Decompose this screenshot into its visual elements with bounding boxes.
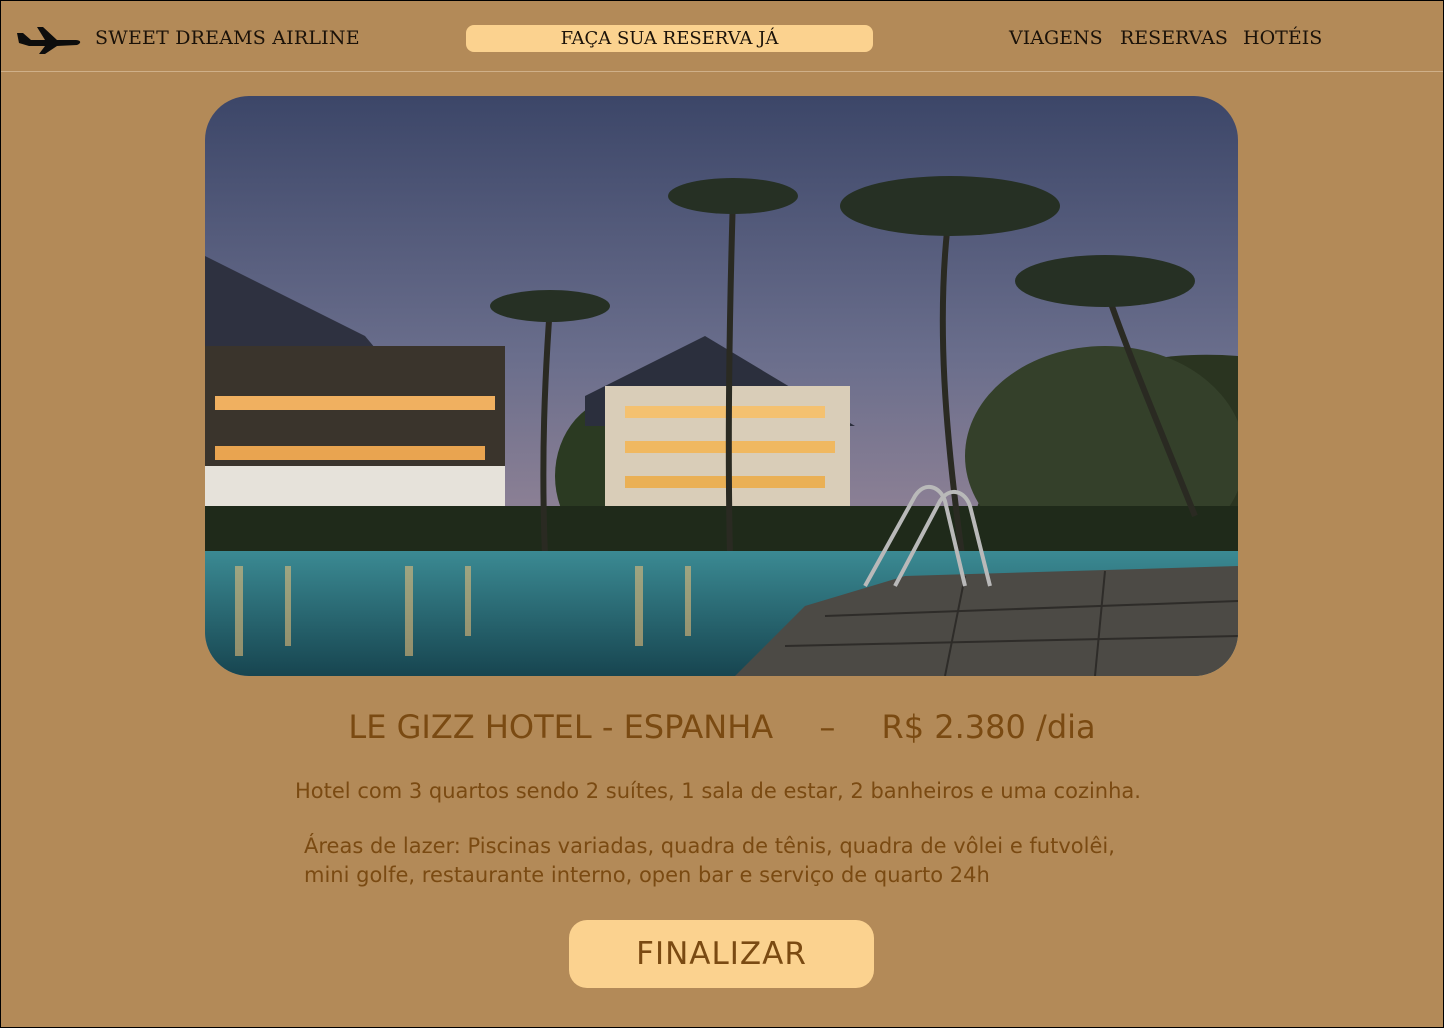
top-navbar: SWEET DREAMS AIRLINE FAÇA SUA RESERVA JÁ…	[1, 1, 1443, 72]
nav-viagens[interactable]: VIAGENS	[1009, 27, 1103, 49]
hotel-price: R$ 2.380 /dia	[881, 708, 1096, 746]
airplane-icon	[17, 27, 81, 54]
hotel-name: LE GIZZ HOTEL - ESPANHA	[348, 708, 774, 746]
hotel-title-row: LE GIZZ HOTEL - ESPANHA – R$ 2.380 /dia	[1, 708, 1443, 746]
title-separator: –	[819, 708, 836, 746]
nav-reservas[interactable]: RESERVAS	[1120, 27, 1228, 49]
brand-name[interactable]: SWEET DREAMS AIRLINE	[95, 27, 360, 49]
book-now-button[interactable]: FAÇA SUA RESERVA JÁ	[466, 25, 873, 52]
hotel-description: Hotel com 3 quartos sendo 2 suítes, 1 sa…	[295, 779, 1141, 803]
finish-button[interactable]: FINALIZAR	[569, 920, 874, 988]
hotel-leisure-areas: Áreas de lazer: Piscinas variadas, quadr…	[304, 834, 1115, 887]
nav-hoteis[interactable]: HOTÉIS	[1243, 27, 1322, 49]
hotel-photo	[205, 96, 1238, 676]
